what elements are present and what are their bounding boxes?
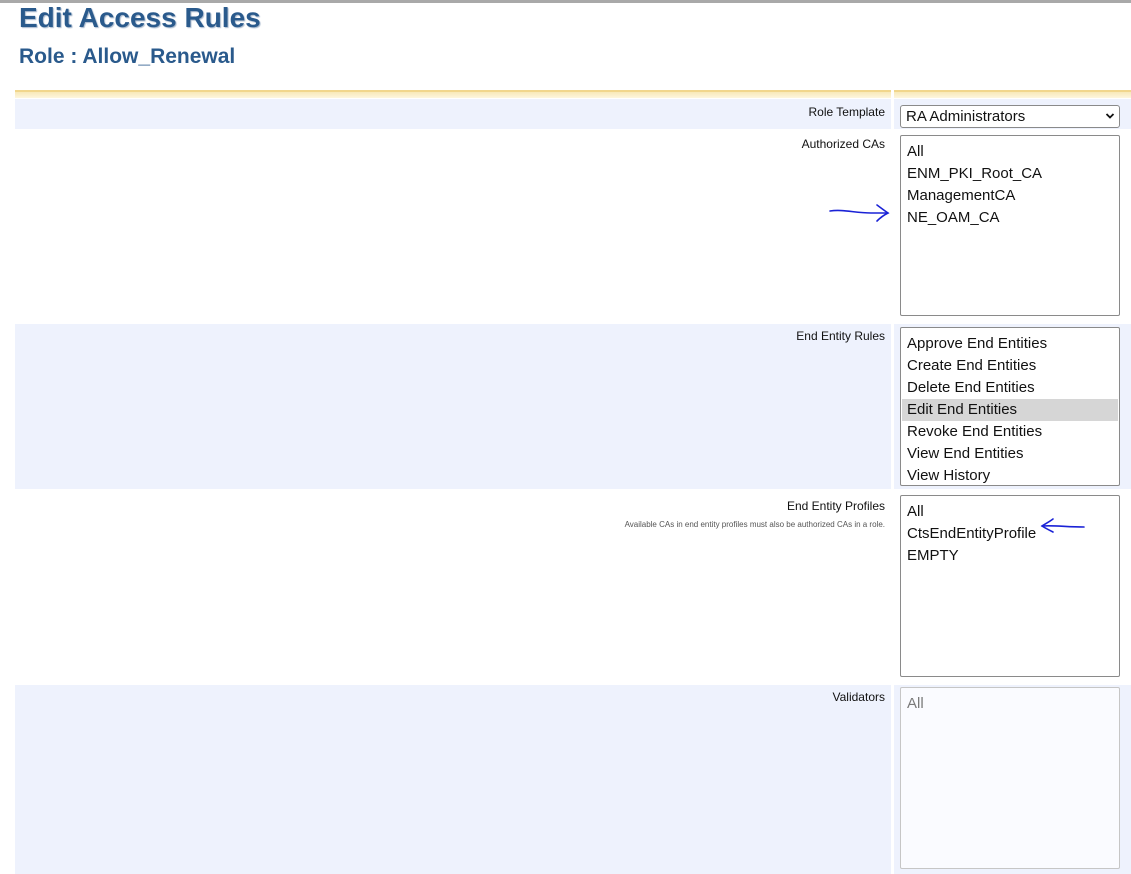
row-role-template: Role Template RA Administrators xyxy=(15,99,1131,129)
role-name-heading: Role : Allow_Renewal xyxy=(19,45,236,68)
list-item[interactable]: Create End Entities xyxy=(902,355,1118,377)
validators-listbox: All xyxy=(900,687,1120,869)
chevron-down-icon xyxy=(1105,113,1115,119)
list-item[interactable]: Revoke End Entities xyxy=(902,421,1118,443)
list-item[interactable]: Approve End Entities xyxy=(902,333,1118,355)
row-validators: Validators All xyxy=(15,685,1131,874)
list-item[interactable]: All xyxy=(902,141,1118,163)
role-template-label: Role Template xyxy=(808,105,886,119)
table-header-left xyxy=(15,90,891,98)
hand-drawn-arrow-left-icon xyxy=(1040,518,1085,533)
list-item[interactable]: ENM_PKI_Root_CA xyxy=(902,163,1118,185)
role-template-select[interactable]: RA Administrators xyxy=(900,105,1120,128)
row-end-entity-rules: End Entity Rules Approve End Entities Cr… xyxy=(15,324,1131,489)
authorized-cas-listbox[interactable]: All ENM_PKI_Root_CA ManagementCA NE_OAM_… xyxy=(900,135,1120,316)
list-item[interactable]: ManagementCA xyxy=(902,185,1118,207)
table-header-right xyxy=(894,90,1131,98)
row-end-entity-profiles: End Entity Profiles Available CAs in end… xyxy=(15,492,1131,683)
authorized-cas-label: Authorized CAs xyxy=(801,137,885,151)
list-item[interactable]: View End Entities xyxy=(902,443,1118,465)
list-item[interactable]: Delete End Entities xyxy=(902,377,1118,399)
end-entity-profiles-listbox[interactable]: All CtsEndEntityProfile EMPTY xyxy=(900,495,1120,677)
list-item[interactable]: NE_OAM_CA xyxy=(902,207,1118,229)
page-title: Edit Access Rules xyxy=(19,2,261,33)
list-item-selected[interactable]: Edit End Entities xyxy=(902,399,1118,421)
end-entity-rules-listbox[interactable]: Approve End Entities Create End Entities… xyxy=(900,327,1120,486)
end-entity-profiles-label: End Entity Profiles xyxy=(786,499,885,513)
role-template-value: RA Administrators xyxy=(906,108,1026,125)
list-item: All xyxy=(907,695,924,712)
validators-label: Validators xyxy=(832,690,885,704)
list-item[interactable]: View History xyxy=(902,465,1118,487)
hand-drawn-arrow-right-icon xyxy=(829,204,890,222)
end-entity-rules-label: End Entity Rules xyxy=(796,329,885,343)
row-authorized-cas: Authorized CAs All ENM_PKI_Root_CA Manag… xyxy=(15,131,1131,322)
list-item[interactable]: EMPTY xyxy=(902,545,1118,567)
end-entity-profiles-help-text: Available CAs in end entity profiles mus… xyxy=(624,520,885,529)
